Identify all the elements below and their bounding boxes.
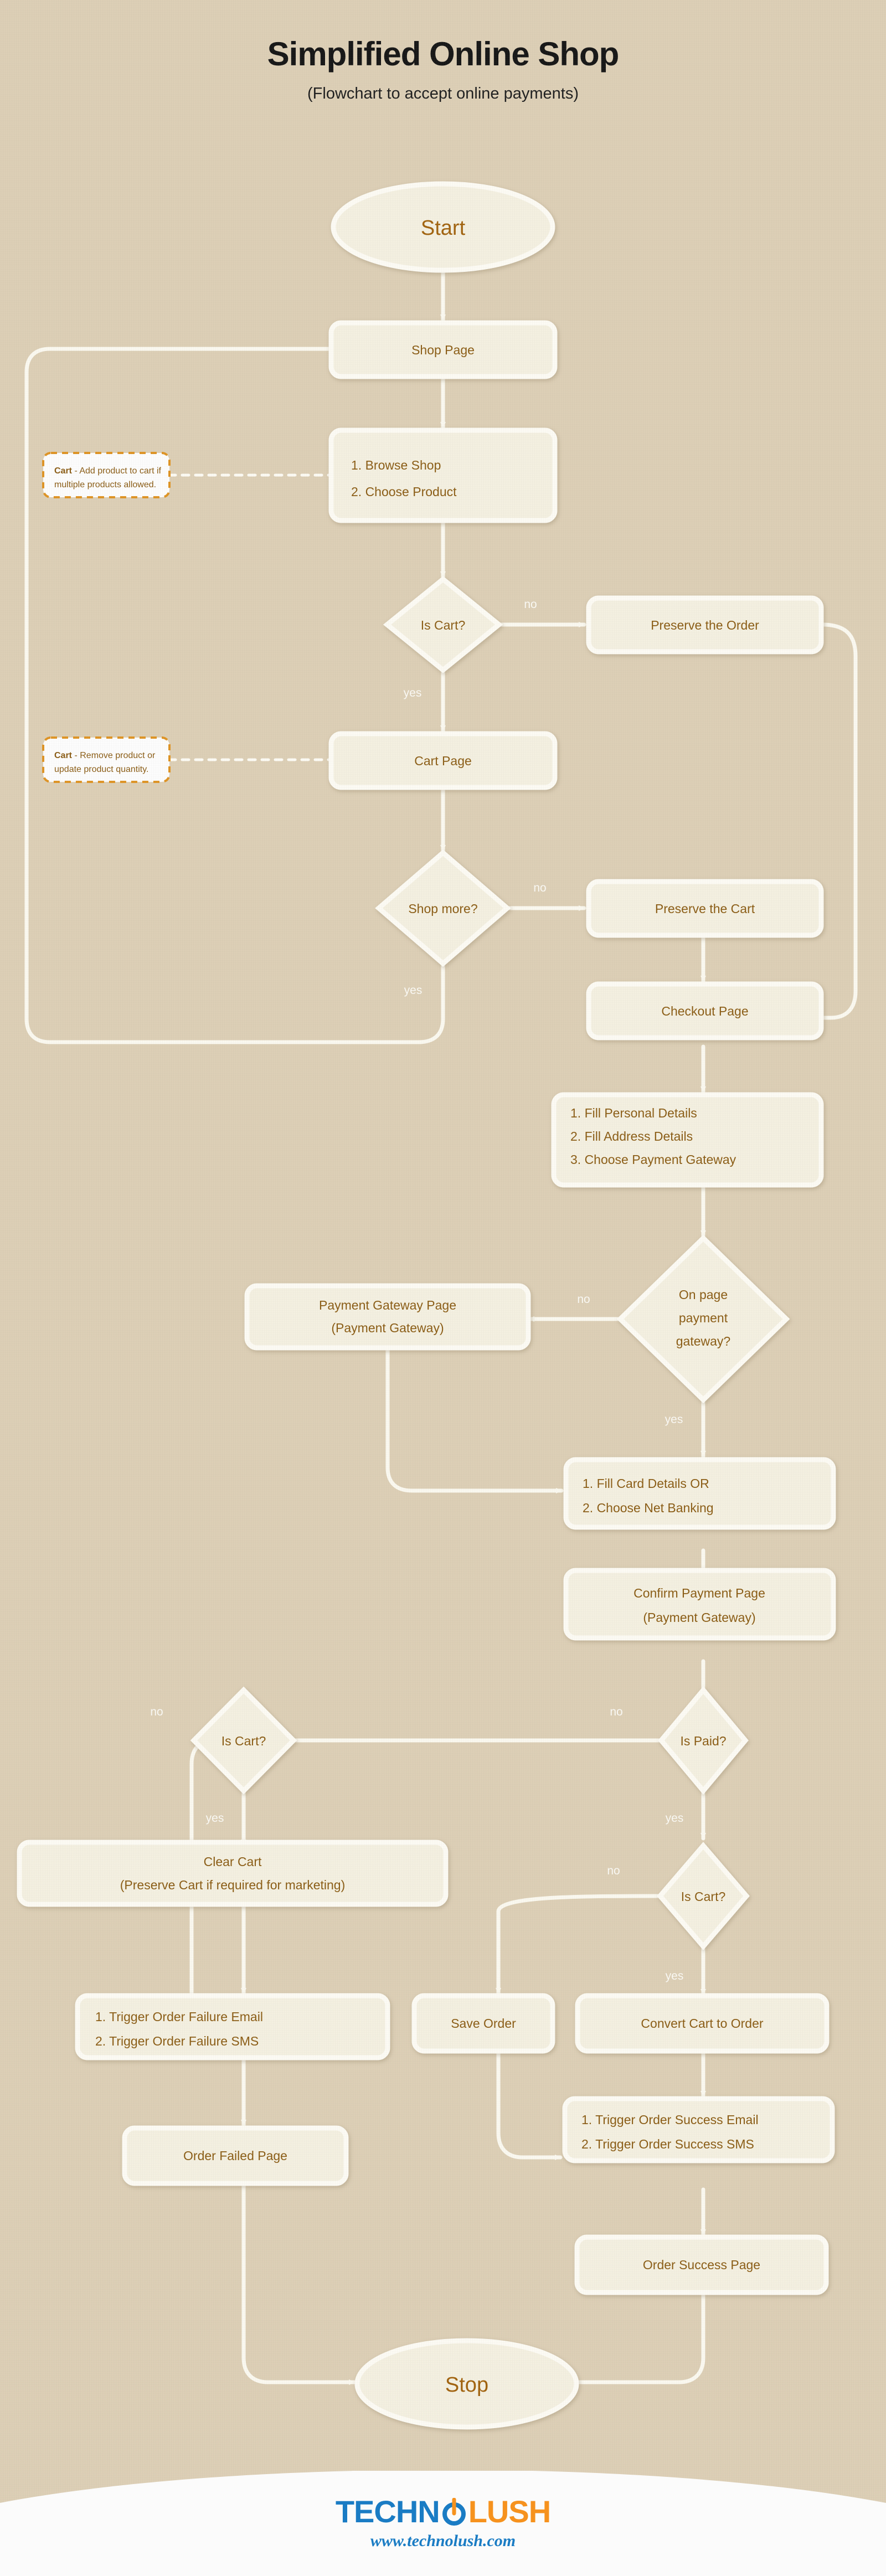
note2-bold: Cart xyxy=(54,751,73,760)
node-order-failed-page[interactable]: Order Failed Page xyxy=(122,2125,349,2186)
edge-label-is-paid-no: no xyxy=(610,1706,622,1718)
node-clear-cart-line1: Clear Cart xyxy=(204,1854,262,1869)
node-onpage-gateway[interactable]: On page payment gateway? xyxy=(616,1234,790,1404)
node-success-line1: 1. Trigger Order Success Email xyxy=(581,2113,759,2127)
node-save-order[interactable]: Save Order xyxy=(411,1993,555,2054)
node-gateway-line2: payment xyxy=(679,1311,728,1325)
edge-preserve-order-to-checkout xyxy=(773,622,858,1021)
svg-text:Cart - Add product to cart if: Cart - Add product to cart if xyxy=(54,466,162,476)
node-gateway-line1: On page xyxy=(679,1287,728,1302)
node-confirm-line1: Confirm Payment Page xyxy=(633,1586,765,1600)
note1-bold: Cart xyxy=(54,466,73,476)
node-order-success-label: Order Success Page xyxy=(643,2258,760,2272)
node-checkout-page-label: Checkout Page xyxy=(661,1004,748,1018)
node-order-success-page[interactable]: Order Success Page xyxy=(574,2234,829,2295)
node-is-cart-3[interactable]: Is Cart? xyxy=(657,1842,750,1950)
node-order-failure-triggers[interactable]: 1. Trigger Order Failure Email 2. Trigge… xyxy=(75,1993,390,2060)
node-fill-line1: 1. Fill Personal Details xyxy=(570,1106,697,1120)
svg-text:Cart - Remove product or: Cart - Remove product or xyxy=(54,751,156,760)
edge-label-is-cart-2-no: no xyxy=(150,1706,163,1718)
edge-label-gateway-no: no xyxy=(577,1293,590,1306)
edge-order-failed-to-stop xyxy=(241,2180,357,2385)
edge-label-gateway-yes: yes xyxy=(665,1413,683,1426)
footer-url[interactable]: www.technolush.com xyxy=(370,2532,516,2551)
node-is-cart-1[interactable]: Is Cart? xyxy=(383,576,503,673)
node-card-details[interactable]: 1. Fill Card Details OR 2. Choose Net Ba… xyxy=(563,1457,836,1530)
node-start[interactable]: Start xyxy=(331,181,555,273)
page-subtitle: (Flowchart to accept online payments) xyxy=(307,85,579,102)
node-fill-line3: 3. Choose Payment Gateway xyxy=(570,1152,736,1167)
edge-is-cart-3-no xyxy=(496,1894,667,1996)
node-stop-label: Stop xyxy=(445,2373,488,2397)
node-confirm-payment-page[interactable]: Confirm Payment Page (Payment Gateway) xyxy=(563,1568,836,1641)
node-failure-line1: 1. Trigger Order Failure Email xyxy=(95,2010,263,2024)
node-save-order-label: Save Order xyxy=(451,2016,516,2031)
page-title: Simplified Online Shop xyxy=(267,35,619,73)
edge-label-is-cart-3-no: no xyxy=(607,1864,620,1877)
technolush-logo: TECHN LUSH xyxy=(335,2494,551,2529)
edge-order-success-to-stop xyxy=(554,2289,705,2385)
node-browse-choose[interactable]: 1. Browse Shop 2. Choose Product xyxy=(328,427,558,523)
node-card-line2: 2. Choose Net Banking xyxy=(583,1501,714,1515)
edge-label-is-cart-1-no: no xyxy=(524,598,537,611)
node-card-line1: 1. Fill Card Details OR xyxy=(583,1476,709,1491)
node-preserve-cart-label: Preserve the Cart xyxy=(655,901,755,916)
flowchart-canvas: Simplified Online Shop (Flowchart to acc… xyxy=(0,0,886,2576)
node-shop-more[interactable]: Shop more? xyxy=(375,849,511,967)
edge-label-is-cart-1-yes: yes xyxy=(404,687,422,699)
node-is-paid-label: Is Paid? xyxy=(680,1734,726,1748)
edge-label-shop-more-no: no xyxy=(533,882,546,894)
node-is-cart-2-label: Is Cart? xyxy=(222,1734,266,1748)
node-pg-page-line2: (Payment Gateway) xyxy=(331,1321,444,1335)
node-gateway-line3: gateway? xyxy=(676,1334,730,1348)
logo-text-techn: TECHN xyxy=(335,2494,440,2529)
node-is-cart-1-label: Is Cart? xyxy=(421,618,466,632)
node-is-cart-2[interactable]: Is Cart? xyxy=(190,1686,297,1795)
node-success-line2: 2. Trigger Order Success SMS xyxy=(581,2137,754,2151)
footer-branding: TECHN LUSH www.technolush.com xyxy=(0,2471,886,2576)
note1-line1: - Add product to cart if xyxy=(72,466,162,476)
edge-label-shop-more-yes: yes xyxy=(404,984,423,997)
note2-line2: update product quantity. xyxy=(54,765,149,774)
node-shop-more-label: Shop more? xyxy=(408,901,477,916)
node-fill-details[interactable]: 1. Fill Personal Details 2. Fill Address… xyxy=(551,1092,824,1188)
logo-text-lush: LUSH xyxy=(468,2494,551,2529)
node-cart-page[interactable]: Cart Page xyxy=(328,731,558,790)
power-button-icon xyxy=(440,2498,468,2526)
node-clear-cart-line2: (Preserve Cart if required for marketing… xyxy=(120,1878,345,1892)
node-is-paid[interactable]: Is Paid? xyxy=(658,1686,749,1795)
note-cart-remove: Cart - Remove product or update product … xyxy=(42,736,171,783)
node-payment-gateway-page[interactable]: Payment Gateway Page (Payment Gateway) xyxy=(244,1283,531,1351)
node-order-failed-label: Order Failed Page xyxy=(183,2149,287,2163)
edge-pg-page-to-card-details xyxy=(385,1346,564,1493)
node-preserve-order[interactable]: Preserve the Order xyxy=(586,595,824,655)
node-is-cart-3-label: Is Cart? xyxy=(681,1889,726,1904)
node-cart-page-label: Cart Page xyxy=(414,754,472,768)
node-convert-cart-label: Convert Cart to Order xyxy=(641,2016,763,2031)
edge-label-is-paid-yes: yes xyxy=(666,1812,684,1825)
node-browse-line1: 1. Browse Shop xyxy=(351,458,441,472)
note1-line2: multiple products allowed. xyxy=(54,480,156,490)
node-preserve-cart[interactable]: Preserve the Cart xyxy=(586,879,824,938)
note-cart-add: Cart - Add product to cart if multiple p… xyxy=(42,452,171,498)
node-stop[interactable]: Stop xyxy=(354,2338,579,2430)
node-shop-page[interactable]: Shop Page xyxy=(328,320,558,379)
node-start-label: Start xyxy=(421,217,466,240)
edge-label-is-cart-2-yes: yes xyxy=(206,1812,224,1825)
node-clear-cart[interactable]: Clear Cart (Preserve Cart if required fo… xyxy=(17,1840,449,1907)
note2-line1: - Remove product or xyxy=(72,751,156,760)
node-order-success-triggers[interactable]: 1. Trigger Order Success Email 2. Trigge… xyxy=(562,2096,835,2163)
node-failure-line2: 2. Trigger Order Failure SMS xyxy=(95,2034,259,2048)
node-confirm-line2: (Payment Gateway) xyxy=(643,1610,755,1625)
node-convert-cart-to-order[interactable]: Convert Cart to Order xyxy=(575,1993,830,2054)
edge-save-order-to-success xyxy=(496,2049,563,2160)
node-browse-line2: 2. Choose Product xyxy=(351,485,457,499)
node-pg-page-line1: Payment Gateway Page xyxy=(319,1298,456,1312)
node-checkout-page[interactable]: Checkout Page xyxy=(586,981,824,1040)
edge-label-is-cart-3-yes: yes xyxy=(666,1970,684,1982)
node-fill-line2: 2. Fill Address Details xyxy=(570,1129,693,1143)
node-preserve-order-label: Preserve the Order xyxy=(651,618,759,632)
node-shop-page-label: Shop Page xyxy=(411,343,475,357)
